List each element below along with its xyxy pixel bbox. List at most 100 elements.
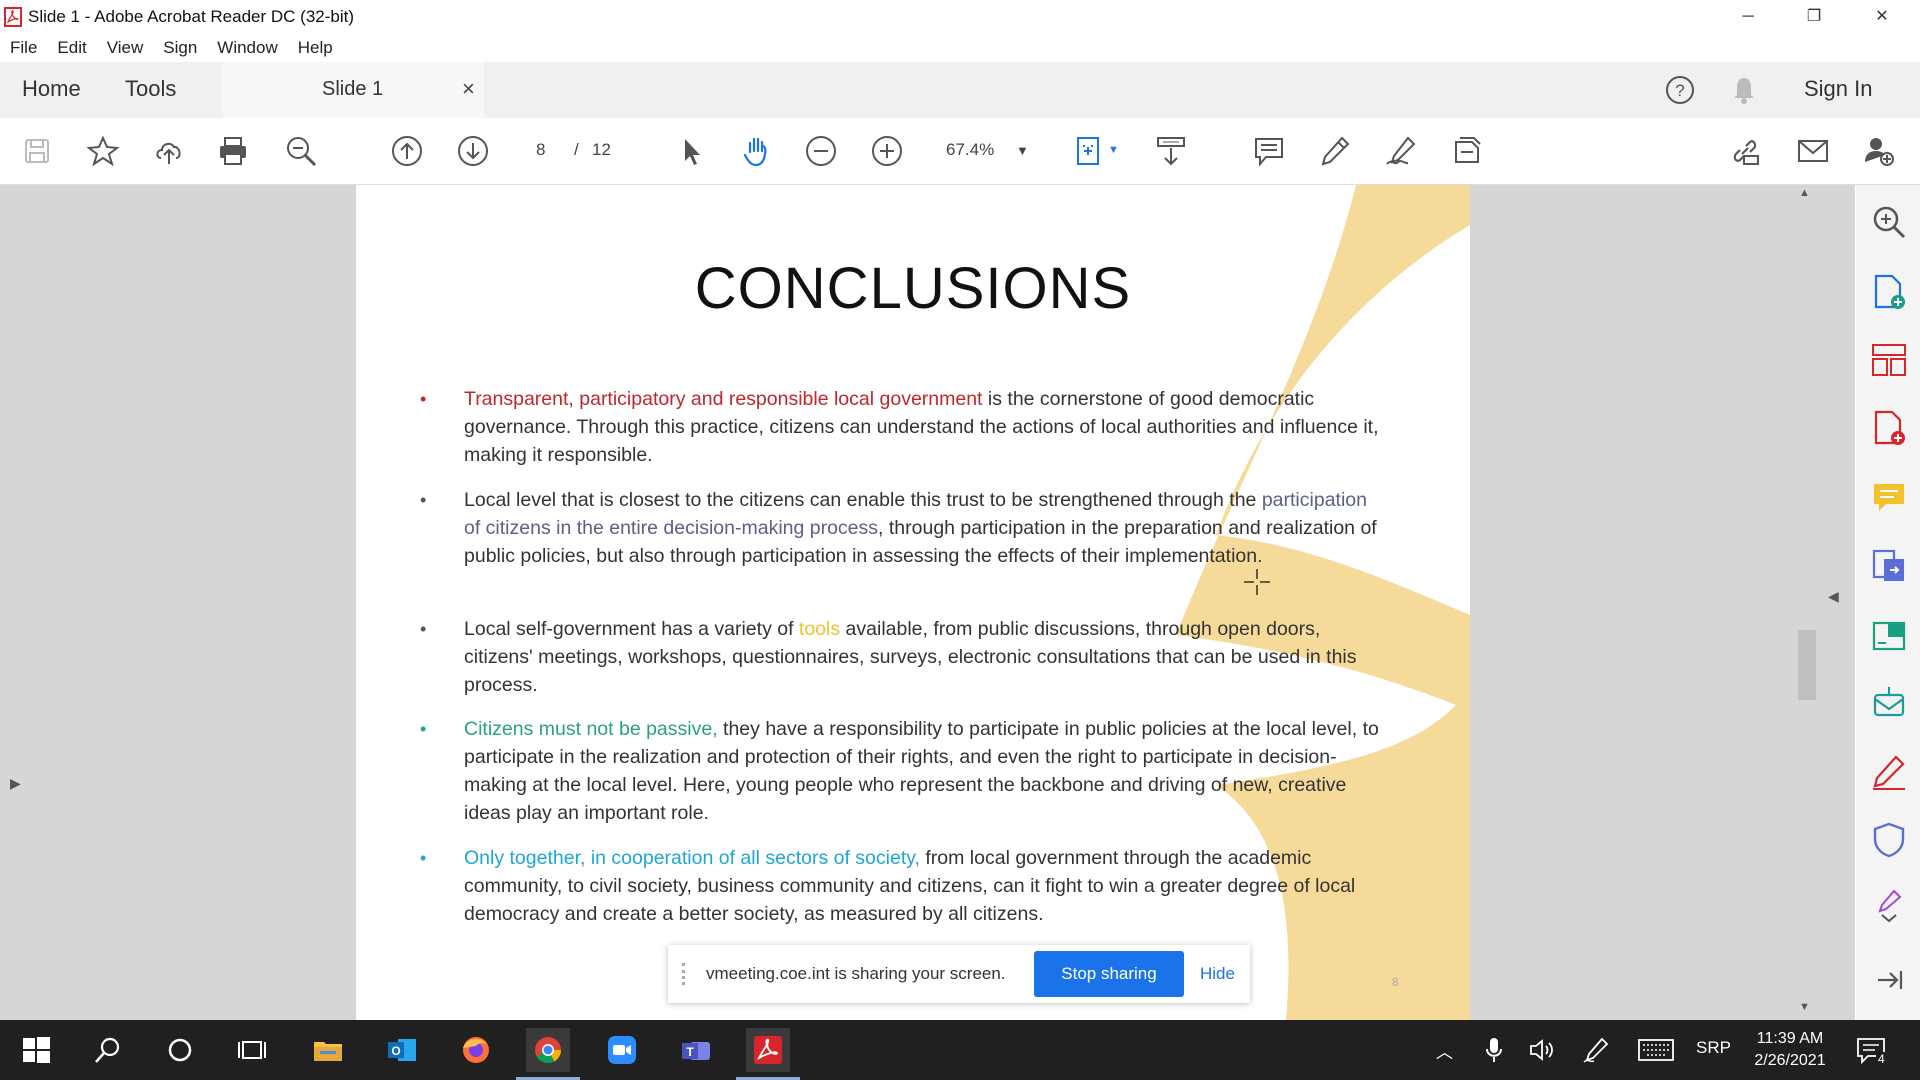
- menu-help[interactable]: Help: [288, 34, 343, 62]
- crosshair-cursor-icon: [1244, 569, 1270, 595]
- task-view-icon[interactable]: [230, 1028, 274, 1072]
- create-pdf-icon[interactable]: [1870, 273, 1908, 311]
- send-for-review-icon[interactable]: [1870, 685, 1908, 723]
- cortana-icon[interactable]: [158, 1028, 202, 1072]
- minimize-button[interactable]: ─: [1728, 4, 1768, 30]
- fill-sign-pen-icon[interactable]: [1870, 753, 1908, 791]
- zoom-dropdown-chevron-icon[interactable]: ▼: [1016, 143, 1029, 158]
- bell-icon[interactable]: [1728, 74, 1760, 106]
- tab-tools[interactable]: Tools: [125, 76, 176, 102]
- outlook-icon[interactable]: O: [380, 1028, 424, 1072]
- add-user-icon[interactable]: [1858, 130, 1900, 172]
- restore-button[interactable]: ❐: [1794, 4, 1834, 30]
- svg-text:T: T: [686, 1045, 694, 1059]
- input-language-indicator[interactable]: SRP: [1696, 1038, 1731, 1058]
- tab-document[interactable]: Slide 1 ×: [222, 62, 484, 118]
- hide-banner-link[interactable]: Hide: [1200, 964, 1235, 984]
- stop-sharing-button[interactable]: Stop sharing: [1034, 951, 1184, 997]
- share-message: vmeeting.coe.int is sharing your screen.: [706, 964, 1006, 983]
- menu-window[interactable]: Window: [207, 34, 287, 62]
- highlight-pen-icon[interactable]: [1314, 130, 1356, 172]
- cloud-upload-icon[interactable]: [148, 130, 190, 172]
- bullet-text: Local self-government has a variety of t…: [464, 615, 1384, 699]
- clock-date: 2/26/2021: [1754, 1052, 1826, 1069]
- sign-in-link[interactable]: Sign In: [1804, 76, 1873, 102]
- menu-file[interactable]: File: [0, 34, 47, 62]
- bullet-dot: •: [420, 719, 427, 739]
- slide-page-number: 8: [1392, 975, 1399, 989]
- windows-start-icon[interactable]: [14, 1028, 58, 1072]
- zoom-out-icon[interactable]: [800, 130, 842, 172]
- protect-shield-icon[interactable]: [1870, 821, 1908, 859]
- vertical-scrollbar[interactable]: ▲ ▼: [1794, 185, 1816, 1020]
- bullet-highlight: Transparent, participatory and responsib…: [464, 388, 983, 410]
- collapse-right-panel-icon[interactable]: ◀: [1828, 588, 1839, 605]
- collapse-tools-arrow-icon[interactable]: [1870, 961, 1908, 999]
- fit-dropdown-chevron-icon[interactable]: ▼: [1108, 144, 1119, 156]
- hand-tool-icon[interactable]: [736, 130, 778, 172]
- search-zoom-icon[interactable]: [1870, 203, 1908, 241]
- bullet-highlight: Only together, in cooperation of all sec…: [464, 847, 920, 869]
- zoom-level-input[interactable]: 67.4%: [946, 140, 994, 160]
- volume-icon[interactable]: [1528, 1038, 1556, 1062]
- menu-view[interactable]: View: [97, 34, 154, 62]
- clock[interactable]: 11:39 AM 2/26/2021: [1740, 1028, 1840, 1072]
- acrobat-app-icon: [4, 7, 22, 27]
- firefox-icon[interactable]: [454, 1028, 498, 1072]
- share-link-icon[interactable]: [1724, 130, 1766, 172]
- scroll-down-icon[interactable]: ▼: [1799, 1001, 1810, 1013]
- menu-sign[interactable]: Sign: [153, 34, 207, 62]
- zoom-in-icon[interactable]: [866, 130, 908, 172]
- more-tools-icon[interactable]: [1870, 887, 1908, 925]
- document-viewport[interactable]: ▶ CONCLUSIONS • Transparent, participato…: [0, 185, 1855, 1020]
- fill-and-sign-icon[interactable]: [1380, 130, 1422, 172]
- scrolling-mode-icon[interactable]: [1150, 130, 1192, 172]
- search-icon[interactable]: [86, 1028, 130, 1072]
- close-tab-icon[interactable]: ×: [462, 76, 475, 102]
- select-cursor-icon[interactable]: [670, 130, 712, 172]
- fit-page-icon[interactable]: [1068, 130, 1110, 172]
- touch-keyboard-icon[interactable]: [1638, 1038, 1674, 1062]
- next-page-icon[interactable]: [452, 130, 494, 172]
- save-icon[interactable]: [16, 130, 58, 172]
- zoom-app-icon[interactable]: [600, 1028, 644, 1072]
- bullet-pre: Local self-government has a variety of: [464, 618, 799, 640]
- comment-icon[interactable]: [1248, 130, 1290, 172]
- tab-home[interactable]: Home: [22, 76, 81, 102]
- windows-taskbar: O T ︿ SRP 11:39 AM 2/26/2021 4: [0, 1020, 1920, 1080]
- close-window-button[interactable]: ✕: [1862, 4, 1902, 30]
- help-icon[interactable]: ?: [1664, 74, 1696, 106]
- redact-stamp-icon[interactable]: [1446, 130, 1488, 172]
- microphone-icon[interactable]: [1484, 1036, 1504, 1064]
- slide-title: CONCLUSIONS: [694, 256, 1132, 321]
- scroll-up-icon[interactable]: ▲: [1799, 187, 1810, 199]
- organize-pages-icon[interactable]: [1870, 341, 1908, 379]
- toolbar: 8 / 12 67.4% ▼ ▼: [0, 118, 1920, 185]
- export-convert-icon[interactable]: [1870, 547, 1908, 585]
- previous-page-icon[interactable]: [386, 130, 428, 172]
- print-icon[interactable]: [212, 130, 254, 172]
- expand-left-panel-icon[interactable]: ▶: [10, 775, 21, 792]
- bullet-dot: •: [420, 389, 427, 409]
- acrobat-taskbar-icon[interactable]: [736, 1028, 800, 1080]
- file-explorer-icon[interactable]: [306, 1028, 350, 1072]
- pdf-page: CONCLUSIONS • Transparent, participatory…: [356, 185, 1470, 1020]
- screen-share-banner: vmeeting.coe.int is sharing your screen.…: [668, 945, 1250, 1003]
- export-pdf-icon[interactable]: [1870, 409, 1908, 447]
- show-hidden-icons-chevron-icon[interactable]: ︿: [1436, 1038, 1453, 1063]
- chrome-icon[interactable]: [516, 1028, 580, 1080]
- drag-handle[interactable]: [682, 963, 688, 985]
- bullet-highlight: tools: [798, 618, 841, 640]
- menu-edit[interactable]: Edit: [47, 34, 96, 62]
- notification-count-badge: 4: [1876, 1052, 1887, 1066]
- zoom-out-search-icon[interactable]: [280, 130, 322, 172]
- pen-ink-icon[interactable]: [1582, 1036, 1610, 1064]
- page-number-input[interactable]: 8: [536, 140, 545, 160]
- teams-icon[interactable]: T: [674, 1028, 718, 1072]
- bookmark-star-icon[interactable]: [82, 130, 124, 172]
- edit-pdf-icon[interactable]: [1870, 617, 1908, 655]
- comment-panel-icon[interactable]: [1870, 479, 1908, 517]
- email-icon[interactable]: [1792, 130, 1834, 172]
- bullet-text: Only together, in cooperation of all sec…: [464, 844, 1384, 928]
- scrollbar-thumb[interactable]: [1798, 630, 1816, 700]
